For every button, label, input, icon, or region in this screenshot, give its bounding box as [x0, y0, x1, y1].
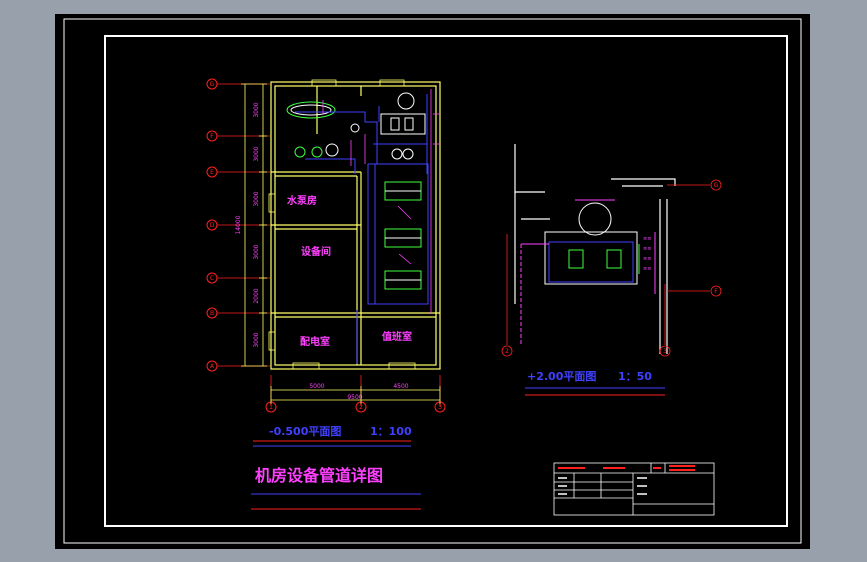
plan-right-scale: 1：50	[618, 370, 652, 383]
plan-right-caption: +2.00平面图	[527, 370, 596, 383]
cad-viewport[interactable]: G F E D C B A 1 2 3 3000 3000 3000 3000 …	[55, 14, 810, 549]
svg-text:≡≡: ≡≡	[643, 246, 651, 252]
svg-text:≡≡: ≡≡	[643, 266, 651, 272]
axis-label: B	[210, 310, 214, 317]
dim-text: 3000	[253, 332, 260, 347]
axis-label: F	[714, 288, 718, 295]
axis-label: G	[210, 81, 215, 88]
drawing-title: 机房设备管道详图	[255, 466, 383, 485]
axis-label: 1	[269, 404, 273, 411]
axis-label: 2	[505, 348, 509, 355]
dim-text: 3000	[253, 191, 260, 206]
axis-label: E	[210, 169, 214, 176]
dim-total-text: 14000	[235, 215, 242, 234]
dim-text: 3000	[253, 102, 260, 117]
equipment-group	[286, 92, 426, 160]
plan-left-caption: -0.500平面图	[269, 425, 341, 438]
axis-label: D	[210, 222, 215, 229]
plan-left-scale: 1：100	[370, 425, 412, 438]
dim-text: 3000	[253, 146, 260, 161]
dim-text: 5000	[309, 383, 324, 390]
drawing-sheet: G F E D C B A 1 2 3 3000 3000 3000 3000 …	[63, 18, 802, 544]
axis-label: 3	[438, 404, 442, 411]
axis-label: F	[210, 133, 214, 140]
axis-label: G	[714, 182, 719, 189]
svg-text:≡≡: ≡≡	[643, 236, 651, 242]
outer-frame	[63, 18, 802, 544]
axis-label: C	[210, 275, 214, 282]
inner-frame	[104, 35, 788, 527]
dim-total-text: 9500	[347, 394, 362, 401]
dim-text: 4500	[393, 383, 408, 390]
left-floor-plan: G F E D C B A 1 2 3 3000 3000 3000 3000 …	[206, 78, 446, 447]
axis-label: 3	[663, 348, 667, 355]
axis-label: A	[210, 363, 215, 370]
room-label-duty: 值班室	[382, 330, 412, 343]
room-label-power: 配电室	[300, 335, 330, 348]
right-floor-plan: G F 2 3 ≡≡ ≡≡ ≡≡ ≡≡ +2.00平面图 1：50	[501, 144, 722, 396]
dim-text: 2000	[253, 288, 260, 303]
room-label-equipment: 设备间	[301, 245, 331, 258]
svg-text:≡≡: ≡≡	[643, 256, 651, 262]
room-label-pump: 水泵房	[286, 194, 317, 207]
dim-text: 3000	[253, 244, 260, 259]
axis-label: 2	[359, 404, 363, 411]
